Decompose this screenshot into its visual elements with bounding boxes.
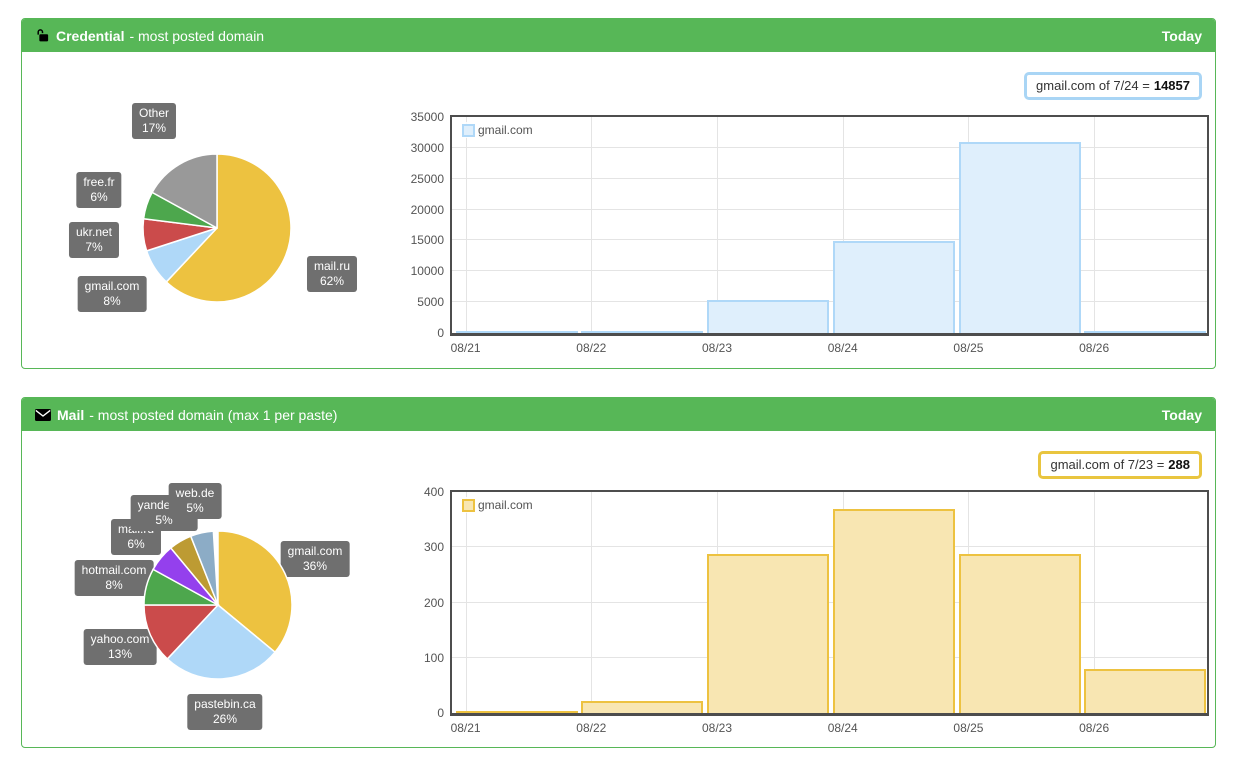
x-axis-tick-08-21: 08/21	[451, 721, 481, 735]
credential-panel-header: Credential - most posted domain Today	[22, 19, 1215, 52]
x-axis-tick-08-23: 08/23	[702, 341, 732, 355]
credential-hover-tooltip: gmail.com of 7/24 = 14857	[1024, 72, 1202, 100]
credential-panel-subtitle: - most posted domain	[129, 28, 264, 44]
y-axis-tick-20000: 20000	[411, 203, 444, 217]
bar-08-22[interactable]	[581, 701, 703, 713]
credential-today-badge: Today	[1162, 28, 1202, 44]
credential-panel-body: gmail.com of 7/24 = 14857 mail.ru62%gmail…	[22, 52, 1215, 366]
x-axis-tick-08-21: 08/21	[451, 341, 481, 355]
mail-panel-header: Mail - most posted domain (max 1 per pas…	[22, 398, 1215, 431]
credential-pie-chart: mail.ru62%gmail.com8%ukr.net7%free.fr6%O…	[22, 52, 447, 366]
y-axis-tick-0: 0	[437, 326, 444, 340]
x-axis-tick-08-24: 08/24	[828, 721, 858, 735]
x-axis-tick-08-25: 08/25	[953, 341, 983, 355]
mail-pie-chart: gmail.com36%pastebin.ca26%yahoo.com13%ho…	[22, 431, 447, 745]
mail-panel-title: Mail	[57, 407, 84, 423]
credential-panel: Credential - most posted domain Today gm…	[21, 18, 1216, 369]
bar-08-24[interactable]	[833, 241, 955, 333]
x-axis-tick-08-22: 08/22	[576, 341, 606, 355]
mail-panel-body: gmail.com of 7/23 = 288 gmail.com36%paste…	[22, 431, 1215, 745]
bar-08-21[interactable]	[456, 711, 578, 713]
credential-tooltip-value: 14857	[1154, 78, 1190, 93]
x-axis-tick-08-26: 08/26	[1079, 721, 1109, 735]
x-axis-tick-08-22: 08/22	[576, 721, 606, 735]
y-axis-tick-15000: 15000	[411, 233, 444, 247]
x-axis-tick-08-23: 08/23	[702, 721, 732, 735]
bar-08-25[interactable]	[959, 554, 1081, 713]
y-axis-tick-30000: 30000	[411, 141, 444, 155]
x-axis-tick-08-25: 08/25	[953, 721, 983, 735]
legend-series-label: gmail.com	[478, 123, 533, 137]
bar-08-26[interactable]	[1084, 331, 1206, 333]
y-axis-tick-35000: 35000	[411, 110, 444, 124]
mail-panel-subtitle: - most posted domain (max 1 per paste)	[89, 407, 337, 423]
bar-08-24[interactable]	[833, 509, 955, 713]
legend-series-label: gmail.com	[478, 498, 533, 512]
bar-08-23[interactable]	[707, 554, 829, 713]
bar-08-21[interactable]	[456, 331, 578, 333]
chart-legend: gmail.com	[459, 497, 536, 513]
mail-bar-chart: 010020030040008/2108/2208/2308/2408/2508…	[450, 490, 1209, 716]
y-axis-tick-10000: 10000	[411, 264, 444, 278]
bar-08-26[interactable]	[1084, 669, 1206, 713]
x-axis-tick-08-26: 08/26	[1079, 341, 1109, 355]
y-axis-tick-0: 0	[437, 706, 444, 720]
y-axis-tick-200: 200	[424, 596, 444, 610]
mail-today-badge: Today	[1162, 407, 1202, 423]
mail-hover-tooltip: gmail.com of 7/23 = 288	[1038, 451, 1202, 479]
envelope-icon	[35, 409, 51, 421]
y-axis-tick-25000: 25000	[411, 172, 444, 186]
gridline-v	[591, 492, 592, 713]
bar-08-23[interactable]	[707, 300, 829, 333]
gridline-v	[466, 492, 467, 713]
credential-tooltip-label: gmail.com of 7/24 =	[1036, 78, 1150, 93]
bar-08-22[interactable]	[581, 331, 703, 333]
credential-panel-title: Credential	[56, 28, 124, 44]
x-axis-tick-08-24: 08/24	[828, 341, 858, 355]
bar-08-25[interactable]	[959, 142, 1081, 333]
mail-tooltip-value: 288	[1168, 457, 1190, 472]
y-axis-tick-100: 100	[424, 651, 444, 665]
credential-bar-chart: 0500010000150002000025000300003500008/21…	[450, 115, 1209, 336]
gridline-v	[591, 117, 592, 333]
mail-panel: Mail - most posted domain (max 1 per pas…	[21, 397, 1216, 748]
mail-tooltip-label: gmail.com of 7/23 =	[1050, 457, 1164, 472]
y-axis-tick-400: 400	[424, 485, 444, 499]
legend-swatch-icon	[462, 124, 475, 137]
legend-swatch-icon	[462, 499, 475, 512]
unlock-icon	[35, 28, 50, 43]
gridline-v	[1094, 117, 1095, 333]
chart-legend: gmail.com	[459, 122, 536, 138]
gridline-v	[466, 117, 467, 333]
y-axis-tick-300: 300	[424, 540, 444, 554]
credential-pie-svg	[22, 52, 447, 366]
mail-pie-svg	[22, 431, 447, 745]
y-axis-tick-5000: 5000	[417, 295, 444, 309]
